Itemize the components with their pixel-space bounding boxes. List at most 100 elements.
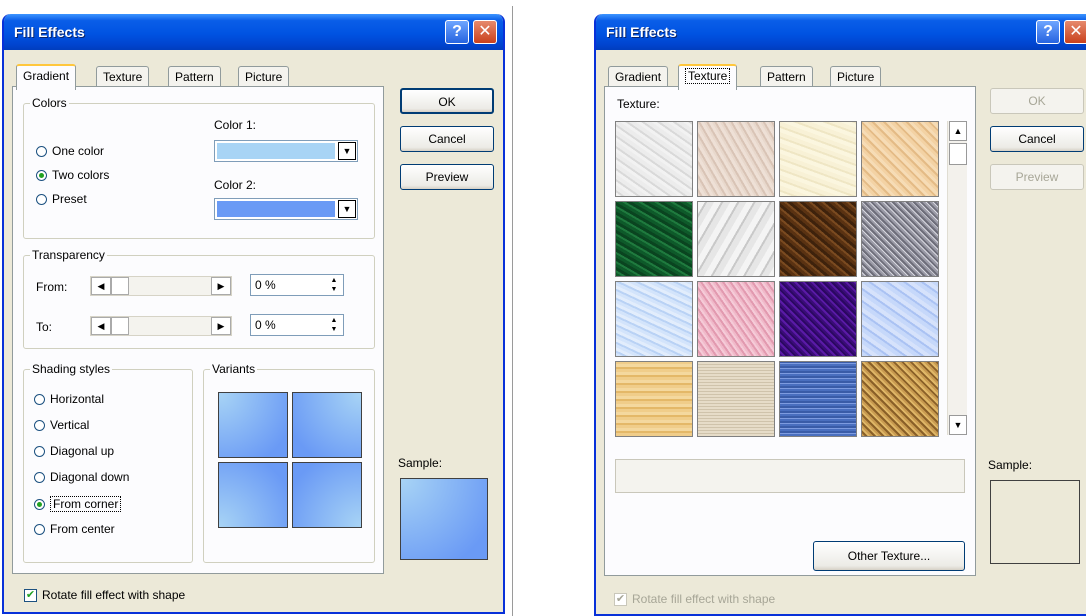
spin-arrows-icon[interactable]: ▲ ▼ — [326, 316, 342, 334]
shading-styles-legend: Shading styles — [30, 362, 113, 376]
chevron-down-icon[interactable]: ▼ — [338, 142, 356, 160]
tab-pattern[interactable]: Pattern — [760, 66, 813, 88]
texture-panel: Texture: ▲ ▼ Other Texture... — [604, 86, 976, 576]
left-arrow-icon[interactable]: ◀ — [91, 317, 111, 335]
tab-pattern[interactable]: Pattern — [168, 66, 221, 88]
color2-dropdown[interactable]: ▼ — [214, 198, 358, 220]
texture-tile[interactable] — [697, 201, 775, 277]
left-arrow-icon[interactable]: ◀ — [91, 277, 111, 295]
fill-effects-dialog-texture: Fill Effects ? ✕ Gradient Texture Patter… — [594, 14, 1086, 616]
sample-preview — [400, 478, 488, 560]
right-arrow-icon[interactable]: ▶ — [211, 317, 231, 335]
texture-tile[interactable] — [615, 361, 693, 437]
variants-group: Variants — [203, 362, 375, 563]
to-label: To: — [36, 320, 53, 334]
color1-dropdown[interactable]: ▼ — [214, 140, 358, 162]
preview-button[interactable]: Preview — [400, 164, 494, 190]
from-center-radio[interactable]: From center — [34, 522, 115, 536]
ok-button[interactable]: OK — [990, 88, 1084, 114]
texture-tile[interactable] — [779, 281, 857, 357]
texture-tile[interactable] — [779, 121, 857, 197]
color2-label: Color 2: — [214, 178, 257, 192]
sample-label: Sample: — [988, 458, 1033, 472]
variants-legend: Variants — [210, 362, 258, 376]
transparency-legend: Transparency — [30, 248, 107, 262]
dialog-title: Fill Effects — [606, 24, 677, 40]
tab-picture[interactable]: Picture — [238, 66, 290, 88]
colors-legend: Colors — [30, 96, 69, 110]
screenshot-divider — [512, 6, 513, 616]
from-corner-radio[interactable]: From corner — [34, 496, 122, 512]
scroll-down-icon[interactable]: ▼ — [949, 415, 967, 435]
rotate-fill-checkbox[interactable]: ✔ Rotate fill effect with shape — [24, 588, 185, 602]
right-arrow-icon[interactable]: ▶ — [211, 277, 231, 295]
variant-1[interactable] — [218, 392, 288, 458]
ok-button[interactable]: OK — [400, 88, 494, 114]
checkmark-icon: ✔ — [24, 588, 37, 602]
rotate-fill-checkbox[interactable]: ✔ Rotate fill effect with shape — [614, 592, 775, 606]
texture-tile[interactable] — [615, 281, 693, 357]
variant-2[interactable] — [292, 392, 362, 458]
preview-button[interactable]: Preview — [990, 164, 1084, 190]
texture-tile[interactable] — [697, 121, 775, 197]
gradient-panel: Colors One color Two colors Preset Color… — [12, 86, 384, 574]
sample-preview — [990, 480, 1080, 564]
texture-tile[interactable] — [861, 201, 939, 277]
horizontal-radio[interactable]: Horizontal — [34, 392, 104, 406]
preset-radio[interactable]: Preset — [36, 192, 87, 206]
from-value: 0 % — [255, 278, 276, 292]
color2-swatch — [217, 201, 335, 217]
close-icon[interactable]: ✕ — [473, 20, 497, 44]
from-slider[interactable]: ◀ ▶ — [90, 276, 232, 296]
diagonal-down-radio[interactable]: Diagonal down — [34, 470, 129, 484]
spin-arrows-icon[interactable]: ▲ ▼ — [326, 276, 342, 294]
slider-thumb[interactable] — [111, 277, 129, 295]
variant-4[interactable] — [292, 462, 362, 528]
sample-label: Sample: — [398, 456, 443, 470]
tab-gradient[interactable]: Gradient — [608, 66, 669, 88]
colors-group: Colors One color Two colors Preset Color… — [23, 96, 375, 239]
vertical-radio[interactable]: Vertical — [34, 418, 89, 432]
texture-tile[interactable] — [697, 361, 775, 437]
from-spinner[interactable]: 0 % ▲ ▼ — [250, 274, 344, 296]
scroll-up-icon[interactable]: ▲ — [949, 121, 967, 141]
dialog-title: Fill Effects — [14, 24, 85, 40]
color1-swatch — [217, 143, 335, 159]
fill-effects-dialog-gradient: Fill Effects ? ✕ Gradient Texture Patter… — [2, 14, 505, 614]
cancel-button[interactable]: Cancel — [990, 126, 1084, 152]
checkmark-icon: ✔ — [614, 592, 627, 606]
scroll-thumb[interactable] — [949, 143, 967, 165]
slider-thumb[interactable] — [111, 317, 129, 335]
diagonal-up-radio[interactable]: Diagonal up — [34, 444, 114, 458]
variant-3[interactable] — [218, 462, 288, 528]
texture-tile[interactable] — [615, 201, 693, 277]
to-spinner[interactable]: 0 % ▲ ▼ — [250, 314, 344, 336]
color1-label: Color 1: — [214, 118, 257, 132]
texture-tile[interactable] — [861, 361, 939, 437]
help-icon[interactable]: ? — [1036, 20, 1060, 44]
tab-gradient[interactable]: Gradient — [16, 64, 77, 90]
from-label: From: — [36, 280, 68, 294]
chevron-down-icon[interactable]: ▼ — [338, 200, 356, 218]
shading-styles-group: Shading styles Horizontal Vertical Diago… — [23, 362, 193, 563]
texture-tile[interactable] — [615, 121, 693, 197]
tab-texture[interactable]: Texture — [96, 66, 150, 88]
help-icon[interactable]: ? — [445, 20, 469, 44]
texture-tile[interactable] — [861, 121, 939, 197]
to-slider[interactable]: ◀ ▶ — [90, 316, 232, 336]
title-bar: Fill Effects ? ✕ — [596, 14, 1086, 50]
tab-texture[interactable]: Texture — [678, 64, 738, 90]
other-texture-button[interactable]: Other Texture... — [813, 541, 965, 571]
one-color-radio[interactable]: One color — [36, 144, 104, 158]
transparency-group: Transparency From: ◀ ▶ 0 % ▲ ▼ To: ◀ ▶ 0 … — [23, 248, 375, 349]
texture-tile[interactable] — [697, 281, 775, 357]
cancel-button[interactable]: Cancel — [400, 126, 494, 152]
tab-picture[interactable]: Picture — [830, 66, 882, 88]
texture-name-box — [615, 459, 965, 493]
close-icon[interactable]: ✕ — [1064, 20, 1086, 44]
texture-tile[interactable] — [861, 281, 939, 357]
texture-scrollbar[interactable]: ▲ ▼ — [947, 121, 967, 435]
two-colors-radio[interactable]: Two colors — [36, 168, 109, 182]
texture-tile[interactable] — [779, 361, 857, 437]
texture-tile[interactable] — [779, 201, 857, 277]
